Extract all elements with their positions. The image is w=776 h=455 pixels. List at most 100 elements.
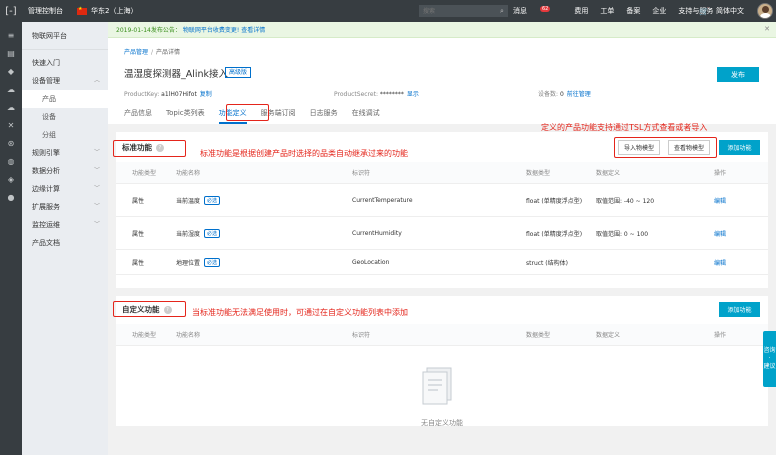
- standard-features-card: 标准功能? 标准功能是根据创建产品时选择的品类自动继承过来的功能 导入物模型 查…: [116, 132, 768, 288]
- sidebar-item-group[interactable]: 分组: [22, 126, 108, 144]
- table-row: 属性 当前温度 必选 CurrentTemperature float (单精度浮…: [116, 185, 768, 217]
- info-icon[interactable]: ?: [163, 305, 172, 314]
- edition-badge: 高级版: [225, 67, 252, 78]
- china-flag-icon: [77, 6, 87, 15]
- message-count-badge: 62: [540, 6, 551, 12]
- nav-billing[interactable]: 费用: [574, 6, 588, 16]
- diamond-icon[interactable]: ◆: [0, 62, 22, 80]
- top-nav: 消息 62 费用 工单 备案 企业 支持与服务: [513, 0, 725, 22]
- product-tabs: 产品信息 Topic类列表 功能定义 服务端订阅 日志服务 在线调试: [124, 106, 394, 124]
- sidebar-item-product[interactable]: 产品: [22, 90, 108, 108]
- icon-rail: ≡ ▤ ◆ ☁ ☁ ✕ ⊛ ◍ ◈ ●: [0, 22, 22, 455]
- custom-features-title: 自定义功能?: [122, 304, 172, 315]
- edit-link[interactable]: 编辑: [714, 185, 726, 216]
- nav-enterprise[interactable]: 企业: [652, 6, 666, 16]
- avatar[interactable]: [757, 3, 773, 19]
- table-row: 属性 当前湿度 必选 CurrentHumidity float (单精度浮点型)…: [116, 218, 768, 250]
- sidebar-item-extensions[interactable]: 扩展服务 ﹀: [22, 198, 108, 216]
- chevron-down-icon: ﹀: [93, 203, 100, 210]
- chevron-down-icon: ﹀: [93, 149, 100, 156]
- announcement-text: 2019-01-14发布公告：: [116, 27, 181, 34]
- publish-button[interactable]: 发布: [717, 67, 759, 82]
- tab-log-service[interactable]: 日志服务: [310, 106, 338, 124]
- table-row: 属性 地理位置 必选 GeoLocation struct (结构体) 编辑: [116, 251, 768, 275]
- sidebar-item-edge[interactable]: 边缘计算 ﹀: [22, 180, 108, 198]
- chevron-down-icon: ﹀: [93, 185, 100, 192]
- sidebar-item-analytics[interactable]: 数据分析 ﹀: [22, 162, 108, 180]
- announcement-detail-link[interactable]: 查看详情: [241, 25, 265, 34]
- product-list-icon[interactable]: ▤: [0, 44, 22, 62]
- product-secret-row: ProductSecret: ******** 显示: [334, 91, 419, 98]
- add-standard-feature-button[interactable]: 添加功能: [719, 140, 760, 155]
- breadcrumb-product-mgmt[interactable]: 产品管理: [124, 49, 148, 56]
- cross-icon[interactable]: ✕: [0, 116, 22, 134]
- breadcrumb: 产品管理 / 产品详情: [124, 49, 181, 56]
- announcement-bar: 2019-01-14发布公告： 物联网平台收费变更! 查看详情 ✕: [108, 22, 776, 38]
- top-bar: [-] 管理控制台 华东2（上海） ⌕ 消息62 费用 工单 备案 企业 支持与…: [0, 0, 776, 22]
- device-count-row: 设备数: 0 前往管理: [538, 91, 591, 98]
- nav-icp[interactable]: 备案: [626, 6, 640, 16]
- aliyun-logo-icon[interactable]: [-]: [0, 0, 22, 22]
- tab-online-debug[interactable]: 在线调试: [352, 106, 380, 124]
- search-icon[interactable]: ⌕: [496, 5, 508, 17]
- nav-tickets[interactable]: 工单: [600, 6, 614, 16]
- globe-icon[interactable]: ◍: [0, 152, 22, 170]
- annotation-custom: 当标准功能无法满足使用时，可通过在自定义功能列表中添加: [192, 308, 408, 317]
- sidebar-item-device[interactable]: 设备: [22, 108, 108, 126]
- feedback-float-button[interactable]: 咨询 · 建议: [763, 331, 776, 387]
- product-key-row: ProductKey: a1lH07Hifot 复制: [124, 91, 212, 98]
- close-icon[interactable]: ✕: [764, 25, 770, 33]
- sidebar-title: 物联网平台: [22, 22, 108, 50]
- sidebar: 物联网平台 快速入门 设备管理 ︿ 产品 设备 分组 规则引擎 ﹀ 数据分析 ﹀ 边缘…: [22, 22, 108, 455]
- cloud-upload-icon[interactable]: ☁: [0, 98, 22, 116]
- edit-link[interactable]: 编辑: [714, 218, 726, 249]
- sidebar-item-monitoring[interactable]: 监控运维 ﹀: [22, 216, 108, 234]
- standard-table-header: 功能类型 功能名称 标识符 数据类型 数据定义 操作: [116, 162, 768, 184]
- tab-feature-definition[interactable]: 功能定义: [218, 106, 247, 124]
- region-label: 华东2（上海）: [91, 7, 138, 15]
- goto-manage-link[interactable]: 前往管理: [567, 91, 591, 98]
- product-key-value: a1lH07Hifot: [161, 91, 197, 98]
- required-badge: 必选: [204, 258, 221, 267]
- cloud-icon[interactable]: ☁: [0, 80, 22, 98]
- search-input[interactable]: [419, 5, 505, 17]
- announcement-link[interactable]: 物联网平台收费变更!: [183, 25, 239, 34]
- required-badge: 必选: [204, 229, 221, 238]
- page-title: 温湿度探测器_Alink接入: [124, 69, 229, 80]
- tab-server-subscription[interactable]: 服务端订阅: [261, 106, 296, 124]
- region-selector[interactable]: 华东2（上海）: [77, 6, 137, 16]
- import-model-button[interactable]: 导入物模型: [618, 140, 660, 155]
- layers-icon[interactable]: ◈: [0, 170, 22, 188]
- empty-document-icon: [422, 367, 452, 405]
- product-header: 产品管理 / 产品详情 温湿度探测器_Alink接入 高级版 发布 ProductK…: [108, 38, 776, 124]
- sidebar-item-rules[interactable]: 规则引擎 ﹀: [22, 144, 108, 162]
- annotation-tsl: 定义的产品功能支持通过TSL方式查看或者导入: [541, 123, 708, 132]
- chevron-up-icon: ︿: [93, 77, 100, 84]
- empty-state-text: 无自定义功能: [421, 419, 463, 427]
- nav-messages[interactable]: 消息 62: [513, 6, 562, 16]
- cart-icon[interactable]: 🛒: [699, 0, 709, 22]
- language-selector[interactable]: 简体中文: [716, 0, 744, 22]
- copy-link[interactable]: 复制: [200, 91, 212, 98]
- custom-table-header: 功能类型 功能名称 标识符 数据类型 数据定义 操作: [116, 324, 768, 346]
- sidebar-item-device-mgmt[interactable]: 设备管理 ︿: [22, 72, 108, 90]
- required-badge: 必选: [204, 196, 221, 205]
- show-secret-link[interactable]: 显示: [407, 91, 419, 98]
- custom-features-card: 自定义功能? 当标准功能无法满足使用时，可通过在自定义功能列表中添加 添加功能 …: [116, 296, 768, 427]
- chevron-down-icon: ﹀: [93, 221, 100, 228]
- breadcrumb-current: 产品详情: [156, 49, 181, 56]
- edit-link[interactable]: 编辑: [714, 251, 726, 274]
- view-model-button[interactable]: 查看物模型: [668, 140, 710, 155]
- tab-topic-list[interactable]: Topic类列表: [166, 106, 205, 124]
- device-count-value: 0: [559, 91, 564, 98]
- tab-product-info[interactable]: 产品信息: [124, 106, 152, 124]
- sidebar-item-docs[interactable]: 产品文档: [22, 234, 108, 252]
- collapse-menu-icon[interactable]: ≡: [0, 26, 22, 44]
- info-icon[interactable]: ?: [156, 143, 164, 152]
- product-secret-value: ********: [379, 91, 404, 98]
- network-icon[interactable]: ⊛: [0, 134, 22, 152]
- add-custom-feature-button[interactable]: 添加功能: [719, 302, 760, 317]
- sidebar-item-quickstart[interactable]: 快速入门: [22, 54, 108, 72]
- circle-icon[interactable]: ●: [0, 188, 22, 206]
- console-link[interactable]: 管理控制台: [28, 6, 63, 16]
